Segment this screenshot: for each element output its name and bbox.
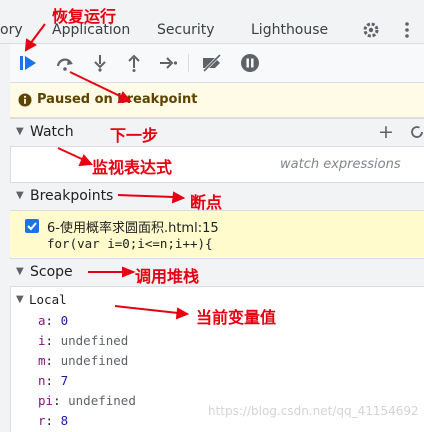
- scope-variable-row[interactable]: m: undefined: [38, 353, 128, 368]
- scope-variable-row[interactable]: a: 0: [38, 313, 68, 328]
- scope-variable-row[interactable]: r: 8: [38, 413, 68, 428]
- breakpoint-code: for(var i=0;i<=n;i++){: [47, 236, 213, 251]
- settings-gear-icon[interactable]: [362, 21, 380, 43]
- step-into-icon[interactable]: [89, 52, 111, 74]
- variable-separator: :: [45, 333, 61, 348]
- watch-title: Watch: [30, 124, 74, 140]
- breakpoints-title: Breakpoints: [30, 188, 114, 204]
- variable-name: n: [38, 373, 46, 388]
- tab-memory-partial[interactable]: ory: [0, 22, 23, 38]
- variable-name: i: [38, 333, 46, 348]
- variable-name: m: [38, 353, 46, 368]
- step-icon[interactable]: [157, 52, 179, 74]
- variable-separator: :: [45, 353, 61, 368]
- expand-triangle-icon: ▼: [16, 190, 24, 201]
- scope-local-label[interactable]: Local: [29, 292, 67, 307]
- breakpoint-item[interactable]: 6-使用概率求圆面积.html:15 for(var i=0;i<=n;i++)…: [10, 211, 424, 257]
- scope-variable-row[interactable]: pi: undefined: [38, 393, 136, 408]
- variable-separator: :: [53, 393, 69, 408]
- annotation-vars: 当前变量值: [196, 308, 277, 327]
- deactivate-breakpoints-icon[interactable]: [201, 52, 223, 74]
- variable-separator: :: [45, 313, 61, 328]
- more-options-icon[interactable]: [404, 21, 410, 43]
- csdn-watermark: https://blog.csdn.net/qq_41154692: [208, 404, 419, 418]
- watch-section-header[interactable]: ▼ Watch +: [10, 118, 424, 147]
- annotation-watch: 监视表达式: [92, 158, 173, 177]
- scope-variable-row[interactable]: i: undefined: [38, 333, 128, 348]
- breakpoint-location: 6-使用概率求圆面积.html:15: [47, 221, 219, 236]
- variable-name: pi: [38, 393, 54, 408]
- watch-empty-text: watch expressions: [280, 157, 401, 172]
- info-icon: [18, 93, 32, 111]
- variable-name: r: [38, 413, 46, 428]
- breakpoint-checkbox[interactable]: [25, 219, 39, 233]
- pause-on-exceptions-icon[interactable]: [239, 52, 261, 74]
- variable-value: undefined: [68, 393, 136, 408]
- refresh-watch-icon[interactable]: [410, 125, 424, 143]
- tab-lighthouse[interactable]: Lighthouse: [251, 22, 328, 38]
- variable-name: a: [38, 313, 46, 328]
- variable-value: 0: [60, 313, 69, 328]
- variable-value: 8: [60, 413, 69, 428]
- annotation-breakpoint: 断点: [190, 193, 223, 212]
- debugger-toolbar: [10, 44, 424, 83]
- expand-triangle-icon: ▼: [16, 266, 24, 277]
- local-expand-icon[interactable]: ▼: [16, 294, 24, 305]
- add-watch-icon[interactable]: +: [378, 121, 394, 143]
- variable-value: undefined: [60, 353, 129, 368]
- tab-security[interactable]: Security: [157, 22, 215, 38]
- watch-body: watch expressions: [10, 146, 424, 182]
- variable-separator: :: [45, 373, 61, 388]
- annotation-callstack: 调用堆栈: [135, 267, 200, 286]
- paused-text: Paused on breakpoint: [37, 92, 198, 107]
- toolbar-separator: [188, 54, 189, 72]
- paused-banner: Paused on breakpoint: [10, 83, 424, 118]
- expand-triangle-icon: ▼: [16, 126, 24, 137]
- scope-section-header[interactable]: ▼ Scope: [10, 258, 424, 287]
- scope-title: Scope: [30, 264, 73, 280]
- variable-value: undefined: [60, 333, 129, 348]
- scope-variable-row[interactable]: n: 7: [38, 373, 68, 388]
- step-over-icon[interactable]: [54, 52, 76, 74]
- annotation-resume: 恢复运行: [52, 7, 117, 26]
- variable-value: 7: [60, 373, 69, 388]
- annotation-step: 下一步: [110, 126, 159, 145]
- resume-icon[interactable]: [18, 52, 40, 74]
- step-out-icon[interactable]: [123, 52, 145, 74]
- variable-separator: :: [45, 413, 61, 428]
